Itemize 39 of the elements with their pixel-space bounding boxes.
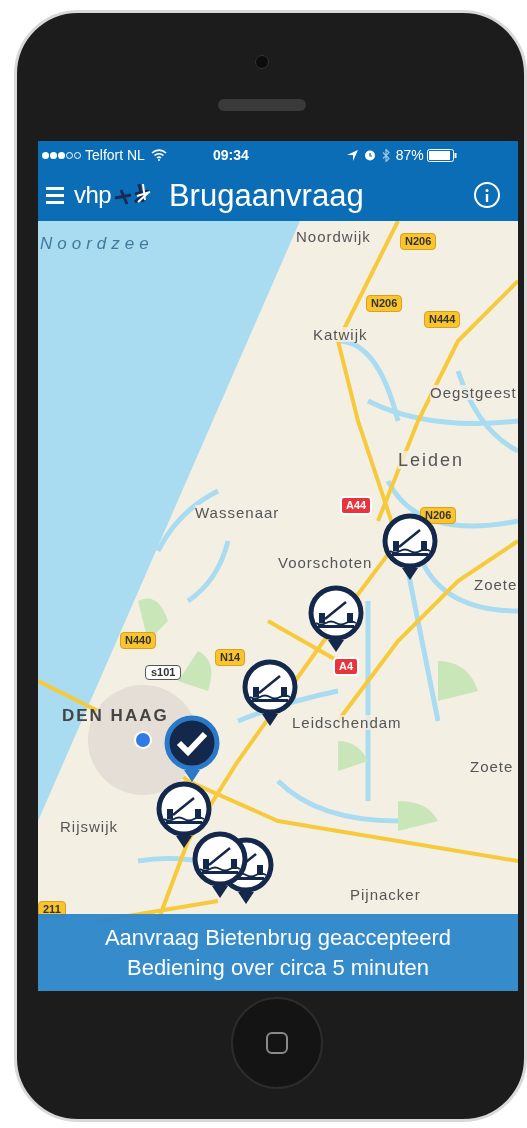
sea-label: Noordzee — [40, 235, 154, 252]
info-button[interactable] — [474, 182, 500, 208]
place-label: Zoete — [474, 577, 518, 592]
banner-text: Bediening over circa 5 minuten — [126, 953, 430, 982]
location-arrow-icon — [346, 149, 358, 161]
place-label: Pijnacker — [350, 887, 421, 902]
road-shield: N14 — [215, 649, 246, 666]
place-label: Rijswijk — [60, 819, 118, 834]
battery-percentage: 87% — [395, 145, 424, 165]
app-logo: vhp — [74, 183, 111, 207]
road-shield: N444 — [424, 311, 461, 328]
camera-icon — [255, 55, 269, 69]
bridge-pin-icon[interactable] — [306, 585, 366, 653]
carrier-name: Telfort NL — [85, 145, 145, 165]
place-label: Wassenaar — [195, 505, 280, 520]
place-label: Noordwijk — [296, 229, 371, 244]
place-label: Katwijk — [313, 327, 368, 342]
bluetooth-icon — [381, 148, 390, 162]
road-shield: N206 — [400, 233, 437, 250]
road-shield: N440 — [120, 632, 157, 649]
place-label: Oegstgeest — [430, 385, 517, 400]
banner-text: Aanvraag Bietenbrug geaccepteerd — [104, 923, 452, 952]
clock-time: 09:34 — [212, 145, 249, 165]
road-shield: s101 — [145, 665, 182, 680]
motorway-shield: A44 — [340, 496, 373, 515]
wifi-icon — [150, 149, 167, 161]
place-label: Leidschendam — [292, 715, 402, 730]
place-label: DEN HAAG — [62, 707, 169, 724]
stacked-bridge-pins-icon[interactable] — [190, 831, 276, 905]
motorway-shield: A4 — [333, 657, 360, 676]
battery-icon — [426, 148, 457, 162]
screen-title: Brugaanvraag — [168, 179, 364, 211]
menu-button[interactable] — [46, 186, 64, 204]
info-icon — [485, 188, 489, 202]
road-shield: N206 — [366, 295, 403, 312]
alarm-icon — [363, 149, 376, 161]
place-label: Voorschoten — [278, 555, 373, 570]
place-label: Zoete — [470, 759, 514, 774]
bridge-pin-icon[interactable] — [154, 781, 214, 849]
